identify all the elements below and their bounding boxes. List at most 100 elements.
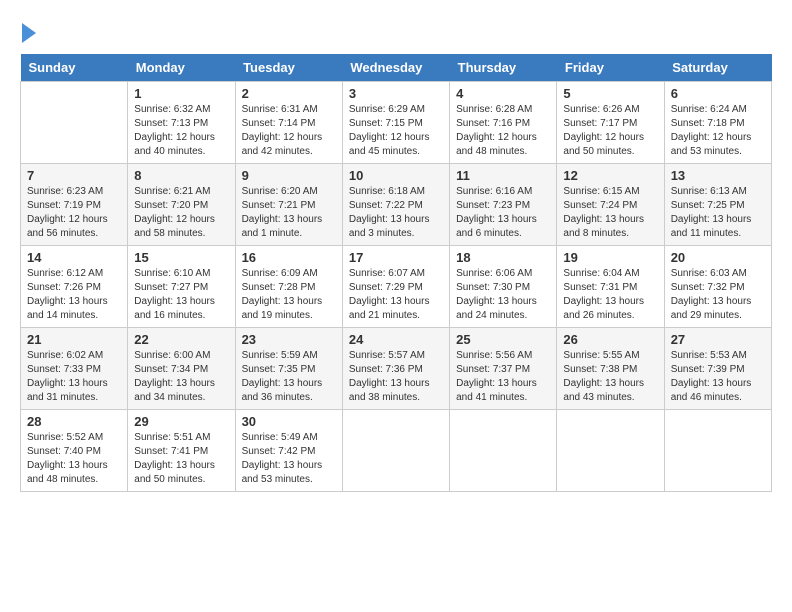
day-number: 10 <box>349 168 443 183</box>
day-cell: 28 Sunrise: 5:52 AMSunset: 7:40 PMDayligh… <box>21 410 128 492</box>
day-cell: 8 Sunrise: 6:21 AMSunset: 7:20 PMDaylight… <box>128 164 235 246</box>
header-monday: Monday <box>128 54 235 82</box>
day-cell: 13 Sunrise: 6:13 AMSunset: 7:25 PMDayligh… <box>664 164 771 246</box>
day-number: 12 <box>563 168 657 183</box>
day-cell: 1 Sunrise: 6:32 AMSunset: 7:13 PMDaylight… <box>128 82 235 164</box>
day-info: Sunrise: 6:10 AMSunset: 7:27 PMDaylight:… <box>134 267 228 323</box>
day-cell <box>21 82 128 164</box>
day-number: 28 <box>27 414 121 429</box>
day-cell: 14Sunrise: 6:12 AMSunset: 7:26 PMDayligh… <box>21 246 128 328</box>
day-cell: 12 Sunrise: 6:15 AMSunset: 7:24 PMDayligh… <box>557 164 664 246</box>
page-header <box>20 20 772 44</box>
day-info: Sunrise: 6:02 AMSunset: 7:33 PMDaylight:… <box>27 349 121 405</box>
day-info: Sunrise: 5:49 AMSunset: 7:42 PMDaylight:… <box>242 431 336 487</box>
day-number: 5 <box>563 86 657 101</box>
day-cell: 2 Sunrise: 6:31 AMSunset: 7:14 PMDaylight… <box>235 82 342 164</box>
day-number: 16 <box>242 250 336 265</box>
day-number: 30 <box>242 414 336 429</box>
day-cell: 17 Sunrise: 6:07 AMSunset: 7:29 PMDayligh… <box>342 246 449 328</box>
header-sunday: Sunday <box>21 54 128 82</box>
day-number: 6 <box>671 86 765 101</box>
day-info: Sunrise: 6:29 AMSunset: 7:15 PMDaylight:… <box>349 103 443 159</box>
header-row: SundayMondayTuesdayWednesdayThursdayFrid… <box>21 54 772 82</box>
day-number: 3 <box>349 86 443 101</box>
day-info: Sunrise: 5:51 AMSunset: 7:41 PMDaylight:… <box>134 431 228 487</box>
day-cell: 25 Sunrise: 5:56 AMSunset: 7:37 PMDayligh… <box>450 328 557 410</box>
day-info: Sunrise: 5:57 AMSunset: 7:36 PMDaylight:… <box>349 349 443 405</box>
day-info: Sunrise: 6:21 AMSunset: 7:20 PMDaylight:… <box>134 185 228 241</box>
day-cell: 19 Sunrise: 6:04 AMSunset: 7:31 PMDayligh… <box>557 246 664 328</box>
day-cell: 15Sunrise: 6:10 AMSunset: 7:27 PMDayligh… <box>128 246 235 328</box>
header-wednesday: Wednesday <box>342 54 449 82</box>
day-cell: 16 Sunrise: 6:09 AMSunset: 7:28 PMDayligh… <box>235 246 342 328</box>
day-number: 18 <box>456 250 550 265</box>
day-info: Sunrise: 5:59 AMSunset: 7:35 PMDaylight:… <box>242 349 336 405</box>
day-number: 25 <box>456 332 550 347</box>
day-info: Sunrise: 5:56 AMSunset: 7:37 PMDaylight:… <box>456 349 550 405</box>
header-tuesday: Tuesday <box>235 54 342 82</box>
day-info: Sunrise: 6:24 AMSunset: 7:18 PMDaylight:… <box>671 103 765 159</box>
day-info: Sunrise: 5:55 AMSunset: 7:38 PMDaylight:… <box>563 349 657 405</box>
day-info: Sunrise: 6:31 AMSunset: 7:14 PMDaylight:… <box>242 103 336 159</box>
day-number: 2 <box>242 86 336 101</box>
day-cell: 6 Sunrise: 6:24 AMSunset: 7:18 PMDaylight… <box>664 82 771 164</box>
day-cell: 23 Sunrise: 5:59 AMSunset: 7:35 PMDayligh… <box>235 328 342 410</box>
day-info: Sunrise: 6:06 AMSunset: 7:30 PMDaylight:… <box>456 267 550 323</box>
day-cell: 22 Sunrise: 6:00 AMSunset: 7:34 PMDayligh… <box>128 328 235 410</box>
day-cell: 29Sunrise: 5:51 AMSunset: 7:41 PMDayligh… <box>128 410 235 492</box>
day-info: Sunrise: 6:32 AMSunset: 7:13 PMDaylight:… <box>134 103 228 159</box>
day-info: Sunrise: 5:53 AMSunset: 7:39 PMDaylight:… <box>671 349 765 405</box>
day-number: 8 <box>134 168 228 183</box>
day-info: Sunrise: 6:28 AMSunset: 7:16 PMDaylight:… <box>456 103 550 159</box>
day-number: 13 <box>671 168 765 183</box>
day-number: 1 <box>134 86 228 101</box>
week-row-1: 1 Sunrise: 6:32 AMSunset: 7:13 PMDaylight… <box>21 82 772 164</box>
day-number: 26 <box>563 332 657 347</box>
day-info: Sunrise: 6:04 AMSunset: 7:31 PMDaylight:… <box>563 267 657 323</box>
header-friday: Friday <box>557 54 664 82</box>
day-info: Sunrise: 6:23 AMSunset: 7:19 PMDaylight:… <box>27 185 121 241</box>
day-number: 23 <box>242 332 336 347</box>
day-info: Sunrise: 6:07 AMSunset: 7:29 PMDaylight:… <box>349 267 443 323</box>
day-cell: 4 Sunrise: 6:28 AMSunset: 7:16 PMDaylight… <box>450 82 557 164</box>
day-info: Sunrise: 6:16 AMSunset: 7:23 PMDaylight:… <box>456 185 550 241</box>
day-cell: 20Sunrise: 6:03 AMSunset: 7:32 PMDayligh… <box>664 246 771 328</box>
day-cell: 26 Sunrise: 5:55 AMSunset: 7:38 PMDayligh… <box>557 328 664 410</box>
day-number: 4 <box>456 86 550 101</box>
logo <box>20 20 36 44</box>
header-saturday: Saturday <box>664 54 771 82</box>
logo-text <box>20 20 36 44</box>
day-number: 9 <box>242 168 336 183</box>
day-number: 17 <box>349 250 443 265</box>
day-info: Sunrise: 5:52 AMSunset: 7:40 PMDaylight:… <box>27 431 121 487</box>
day-number: 11 <box>456 168 550 183</box>
day-cell: 9 Sunrise: 6:20 AMSunset: 7:21 PMDaylight… <box>235 164 342 246</box>
day-info: Sunrise: 6:09 AMSunset: 7:28 PMDaylight:… <box>242 267 336 323</box>
day-number: 19 <box>563 250 657 265</box>
day-cell: 11 Sunrise: 6:16 AMSunset: 7:23 PMDayligh… <box>450 164 557 246</box>
day-cell: 5 Sunrise: 6:26 AMSunset: 7:17 PMDaylight… <box>557 82 664 164</box>
calendar-table: SundayMondayTuesdayWednesdayThursdayFrid… <box>20 54 772 492</box>
day-info: Sunrise: 6:13 AMSunset: 7:25 PMDaylight:… <box>671 185 765 241</box>
day-info: Sunrise: 6:20 AMSunset: 7:21 PMDaylight:… <box>242 185 336 241</box>
day-cell: 27Sunrise: 5:53 AMSunset: 7:39 PMDayligh… <box>664 328 771 410</box>
day-cell <box>557 410 664 492</box>
header-thursday: Thursday <box>450 54 557 82</box>
day-number: 22 <box>134 332 228 347</box>
day-info: Sunrise: 6:26 AMSunset: 7:17 PMDaylight:… <box>563 103 657 159</box>
week-row-2: 7 Sunrise: 6:23 AMSunset: 7:19 PMDaylight… <box>21 164 772 246</box>
day-number: 7 <box>27 168 121 183</box>
day-cell: 7 Sunrise: 6:23 AMSunset: 7:19 PMDaylight… <box>21 164 128 246</box>
week-row-4: 21 Sunrise: 6:02 AMSunset: 7:33 PMDayligh… <box>21 328 772 410</box>
day-info: Sunrise: 6:00 AMSunset: 7:34 PMDaylight:… <box>134 349 228 405</box>
day-cell <box>342 410 449 492</box>
day-cell: 24 Sunrise: 5:57 AMSunset: 7:36 PMDayligh… <box>342 328 449 410</box>
day-cell: 30 Sunrise: 5:49 AMSunset: 7:42 PMDayligh… <box>235 410 342 492</box>
day-number: 21 <box>27 332 121 347</box>
day-info: Sunrise: 6:18 AMSunset: 7:22 PMDaylight:… <box>349 185 443 241</box>
day-cell: 3 Sunrise: 6:29 AMSunset: 7:15 PMDaylight… <box>342 82 449 164</box>
day-number: 24 <box>349 332 443 347</box>
week-row-5: 28 Sunrise: 5:52 AMSunset: 7:40 PMDayligh… <box>21 410 772 492</box>
day-cell: 18 Sunrise: 6:06 AMSunset: 7:30 PMDayligh… <box>450 246 557 328</box>
day-info: Sunrise: 6:15 AMSunset: 7:24 PMDaylight:… <box>563 185 657 241</box>
